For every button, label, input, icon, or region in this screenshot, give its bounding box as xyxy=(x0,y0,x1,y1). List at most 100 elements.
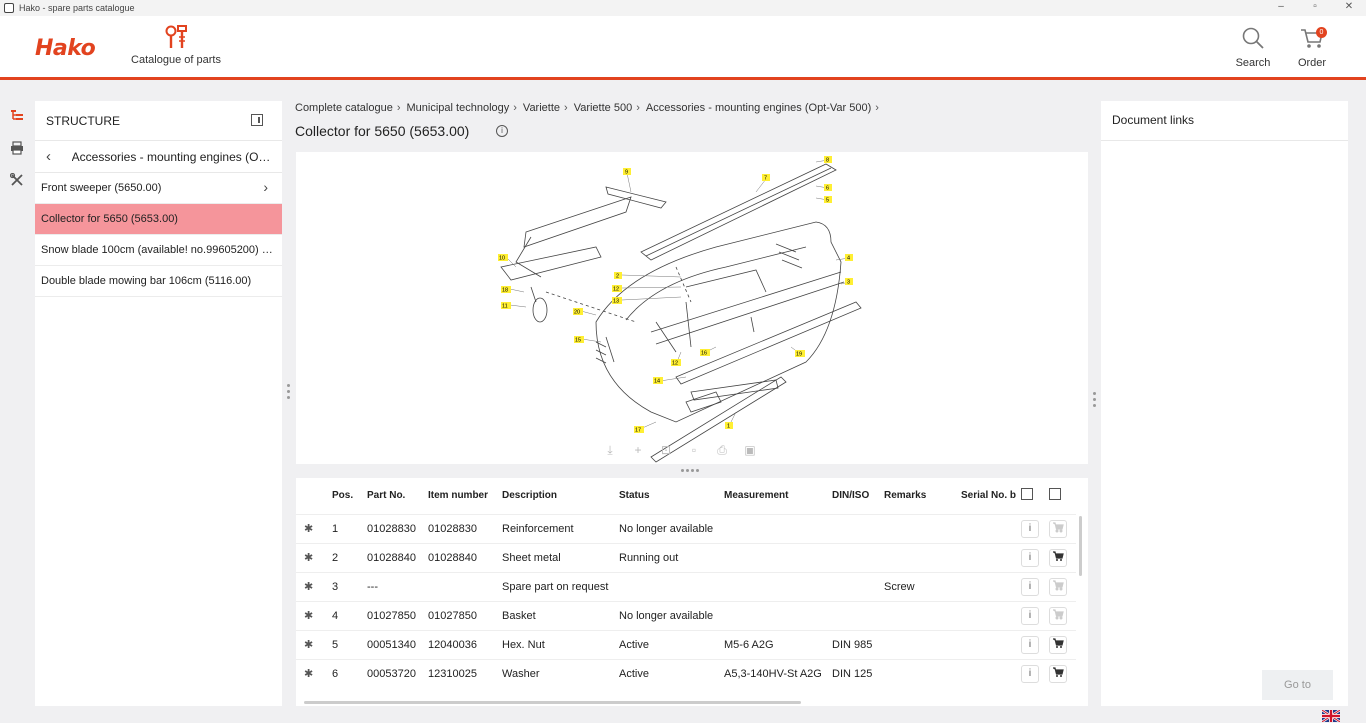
table-row[interactable]: ✱ 6 00053720 12310025 Washer Active A5,3… xyxy=(296,658,1076,688)
col-measurement[interactable]: Measurement xyxy=(724,478,832,514)
callout-12: 12 xyxy=(612,285,622,293)
add-to-cart-icon xyxy=(1049,577,1067,596)
print-icon[interactable] xyxy=(0,133,34,165)
fit-icon[interactable]: ⊡ xyxy=(652,443,680,458)
col-remarks[interactable]: Remarks xyxy=(884,478,961,514)
download-icon[interactable]: ⤓ xyxy=(596,443,624,458)
info-icon[interactable]: i xyxy=(1021,606,1039,625)
add-to-cart-icon xyxy=(1049,519,1067,538)
callout-11: 11 xyxy=(501,302,511,310)
right-splitter-handle[interactable] xyxy=(1093,392,1096,414)
info-icon[interactable]: i xyxy=(1021,519,1039,538)
table-vertical-scrollbar[interactable] xyxy=(1079,516,1082,576)
breadcrumb-item[interactable]: Complete catalogue xyxy=(295,102,393,114)
left-toolbar xyxy=(0,101,34,197)
structure-item[interactable]: Double blade mowing bar 106cm (5116.00) xyxy=(35,266,282,297)
left-splitter-handle[interactable] xyxy=(287,384,290,406)
structure-item-selected[interactable]: Collector for 5650 (5653.00) xyxy=(35,204,282,235)
app-icon xyxy=(4,3,14,13)
callout-13: 13 xyxy=(612,297,622,305)
svg-text:10: 10 xyxy=(499,256,505,262)
structure-item[interactable]: Front sweeper (5650.00) › xyxy=(35,173,282,204)
info-icon[interactable]: i xyxy=(1021,577,1039,596)
export-icon[interactable]: ▣ xyxy=(736,443,764,458)
callout-17: 17 xyxy=(634,426,644,434)
col-description[interactable]: Description xyxy=(502,478,619,514)
catalogue-of-parts-label: Catalogue of parts xyxy=(131,54,221,66)
col-part-no[interactable]: Part No. xyxy=(367,478,428,514)
callout-15: 15 xyxy=(574,336,584,344)
callout-16: 16 xyxy=(700,349,710,357)
table-row[interactable]: ✱ 4 01027850 01027850 Basket No longer a… xyxy=(296,600,1076,630)
breadcrumb-item[interactable]: Municipal technology xyxy=(407,102,510,114)
info-icon[interactable]: i xyxy=(496,125,508,137)
collapse-panel-icon[interactable] xyxy=(251,114,263,126)
add-to-cart-icon[interactable] xyxy=(1049,635,1067,654)
exploded-drawing-viewer[interactable]: 9 7 8 6 5 4 3 10 2 12 18 13 11 20 15 12 … xyxy=(296,152,1088,464)
table-header-row: Pos. Part No. Item number Description St… xyxy=(296,478,1076,514)
search-icon xyxy=(1242,27,1264,49)
table-row[interactable]: ✱ 1 01028830 01028830 Reinforcement No l… xyxy=(296,513,1076,543)
col-item-number[interactable]: Item number xyxy=(428,478,502,514)
table-horizontal-scrollbar[interactable] xyxy=(304,701,801,704)
minimize-button[interactable]: – xyxy=(1264,0,1298,16)
table-row[interactable]: ✱ 5 00051340 12040036 Hex. Nut Active M5… xyxy=(296,629,1076,659)
svg-text:2: 2 xyxy=(616,274,619,280)
info-icon[interactable]: i xyxy=(1021,664,1039,683)
uk-flag-icon[interactable] xyxy=(1322,710,1340,722)
breadcrumb-item[interactable]: Variette xyxy=(523,102,560,114)
current-group-title: Accessories - mounting engines (Opt-Var … xyxy=(71,149,271,164)
go-to-button[interactable]: Go to xyxy=(1262,670,1333,700)
col-din-iso[interactable]: DIN/ISO xyxy=(832,478,884,514)
maximize-button[interactable]: ▫ xyxy=(1298,0,1332,16)
chevron-left-icon[interactable]: ‹ xyxy=(46,148,72,165)
zoom-out-icon[interactable]: ▫ xyxy=(680,443,708,458)
svg-text:8: 8 xyxy=(826,158,829,164)
add-to-cart-icon[interactable] xyxy=(1049,548,1067,567)
structure-tree-icon[interactable] xyxy=(0,101,34,133)
chevron-right-icon[interactable]: › xyxy=(263,179,268,195)
col-serial-no[interactable]: Serial No. b xyxy=(961,478,1021,514)
gear-icon[interactable]: ✱ xyxy=(304,580,316,593)
info-icon[interactable]: i xyxy=(1021,548,1039,567)
table-row[interactable]: ✱ 2 01028840 01028840 Sheet metal Runnin… xyxy=(296,542,1076,572)
callout-6: 6 xyxy=(824,184,832,192)
col-pos[interactable]: Pos. xyxy=(332,478,367,514)
zoom-in-icon[interactable]: + xyxy=(624,443,652,458)
print-drawing-icon[interactable]: ⎙ xyxy=(708,443,736,458)
document-links-title: Document links xyxy=(1101,101,1348,141)
gear-icon[interactable]: ✱ xyxy=(304,667,316,680)
order-button[interactable]: 0 Order xyxy=(1292,26,1332,69)
callout-14: 14 xyxy=(653,377,663,385)
breadcrumb-item[interactable]: Accessories - mounting engines (Opt-Var … xyxy=(646,102,871,114)
svg-text:7: 7 xyxy=(764,176,767,182)
add-to-cart-icon[interactable] xyxy=(1049,664,1067,683)
callout-1: 1 xyxy=(725,422,733,430)
structure-item[interactable]: Snow blade 100cm (available! no.99605200… xyxy=(35,235,282,266)
columns-icon[interactable] xyxy=(1021,488,1033,501)
callout-19: 19 xyxy=(795,350,805,358)
info-icon[interactable]: i xyxy=(1021,635,1039,654)
page-title: Collector for 5650 (5653.00) xyxy=(295,123,470,139)
gear-icon[interactable]: ✱ xyxy=(304,638,316,651)
search-button[interactable]: Search xyxy=(1232,26,1274,69)
svg-text:6: 6 xyxy=(826,186,829,192)
hako-logo[interactable]: Hako xyxy=(35,36,96,61)
svg-text:11: 11 xyxy=(502,304,508,310)
close-button[interactable]: ✕ xyxy=(1332,0,1366,16)
app-header: Hako Catalogue of parts Search 0 Order xyxy=(0,16,1366,80)
gear-icon[interactable]: ✱ xyxy=(304,551,316,564)
vertical-splitter-handle[interactable] xyxy=(681,469,701,472)
col-status[interactable]: Status xyxy=(619,478,724,514)
parts-catalogue-icon xyxy=(165,25,187,48)
svg-text:18: 18 xyxy=(502,288,508,294)
catalogue-of-parts-button[interactable]: Catalogue of parts xyxy=(128,24,224,66)
gear-icon[interactable]: ✱ xyxy=(304,522,316,535)
table-row[interactable]: ✱ 3 --- Spare part on request Screw i xyxy=(296,571,1076,601)
svg-text:20: 20 xyxy=(574,310,580,316)
structure-back-row[interactable]: ‹ Accessories - mounting engines (Opt-Va… xyxy=(35,141,282,173)
tools-icon[interactable] xyxy=(0,165,34,197)
filter-icon[interactable] xyxy=(1049,488,1061,501)
gear-icon[interactable]: ✱ xyxy=(304,609,316,622)
breadcrumb-item[interactable]: Variette 500 xyxy=(574,102,633,114)
